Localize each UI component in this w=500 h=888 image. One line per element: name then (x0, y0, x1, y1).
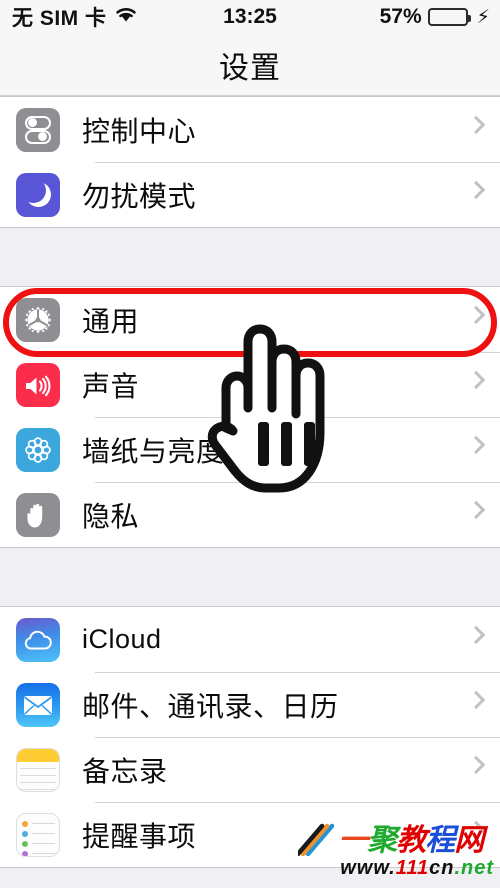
watermark-char: 聚 (367, 824, 397, 857)
chevron-right-icon (466, 370, 486, 389)
watermark-char: 一 (338, 824, 368, 857)
battery-icon (427, 8, 471, 26)
watermark-url: www.111cn.net (340, 857, 494, 880)
settings-row-label: 邮件、通讯录、日历 (82, 690, 339, 722)
watermark-url-part: net (461, 857, 494, 879)
gear-icon (16, 297, 60, 342)
settings-row-do-not-disturb[interactable]: 勿扰模式 (0, 162, 500, 227)
lightning-bolt-icon: ⚡ (476, 6, 490, 28)
settings-row-mail-contacts-calendars[interactable]: 邮件、通讯录、日历 (0, 672, 500, 737)
watermark-char: 程 (425, 824, 455, 857)
watermark-url-part: www. (340, 857, 396, 879)
watermark-url-part: 111 (395, 857, 430, 879)
watermark-brand: 一 聚 教 程 网 (298, 822, 494, 856)
iphone-settings-screen: 无 SIM 卡 13:25 57% ⚡ 设置 控制中心 勿扰模式 通用 声音 墙… (0, 0, 500, 888)
wallpaper-flower-icon (16, 427, 60, 472)
chevron-right-icon (466, 755, 486, 774)
watermark-char: 网 (454, 824, 484, 857)
group-separator (0, 228, 500, 286)
settings-row-label: 提醒事项 (82, 820, 197, 852)
watermark: 一 聚 教 程 网 www.111cn.net (298, 822, 494, 880)
chevron-right-icon (466, 500, 486, 519)
settings-row-label: iCloud (82, 624, 162, 654)
control-center-icon (16, 107, 60, 152)
chevron-right-icon (466, 690, 486, 709)
page-title: 设置 (219, 51, 281, 85)
envelope-icon (16, 682, 60, 727)
settings-row-label: 控制中心 (82, 115, 197, 147)
watermark-char: 教 (396, 824, 426, 857)
settings-row-label: 隐私 (82, 500, 140, 532)
settings-row-label: 勿扰模式 (82, 180, 197, 212)
watermark-stripes-icon (298, 823, 335, 856)
settings-row-notes[interactable]: 备忘录 (0, 737, 500, 802)
speaker-icon (16, 362, 60, 407)
chevron-right-icon (466, 435, 486, 454)
chevron-right-icon (466, 115, 486, 134)
settings-group-1: 控制中心 勿扰模式 (0, 96, 500, 228)
cloud-icon (16, 617, 60, 662)
chevron-right-icon (466, 305, 486, 324)
settings-row-label: 备忘录 (82, 755, 168, 787)
group-separator (0, 548, 500, 606)
pointing-hand-cursor-icon (196, 322, 336, 502)
settings-row-label: 声音 (82, 370, 140, 402)
hand-icon (16, 492, 60, 537)
chevron-right-icon (466, 625, 486, 644)
chevron-right-icon (466, 180, 486, 199)
status-bar: 无 SIM 卡 13:25 57% ⚡ (0, 0, 500, 34)
reminders-icon (16, 812, 60, 857)
navigation-bar: 设置 (0, 34, 500, 96)
moon-icon (16, 172, 60, 217)
status-bar-right: 57% ⚡ (380, 5, 490, 29)
notes-icon (16, 747, 60, 792)
watermark-url-part: cn (429, 857, 455, 879)
battery-percent-label: 57% (379, 5, 422, 28)
settings-row-control-center[interactable]: 控制中心 (0, 97, 500, 162)
settings-row-label: 通用 (82, 305, 140, 337)
settings-row-icloud[interactable]: iCloud (0, 607, 500, 672)
